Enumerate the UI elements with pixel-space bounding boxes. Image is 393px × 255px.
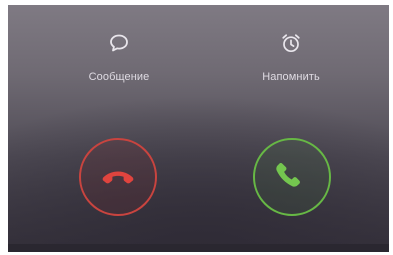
alarm-clock-icon[interactable]	[279, 31, 303, 55]
incoming-call-screen: Сообщение Напомнить	[8, 5, 389, 252]
remind-action[interactable]: Напомнить	[236, 31, 346, 84]
message-label: Сообщение	[88, 71, 150, 83]
bottom-bar	[8, 244, 389, 252]
accept-call-button[interactable]	[252, 137, 332, 217]
message-bubble-icon[interactable]	[107, 31, 131, 55]
message-action[interactable]: Сообщение	[64, 31, 174, 84]
accept-ring	[253, 138, 331, 216]
decline-ring	[79, 138, 157, 216]
remind-label: Напомнить	[262, 71, 320, 83]
decline-call-button[interactable]	[78, 137, 158, 217]
